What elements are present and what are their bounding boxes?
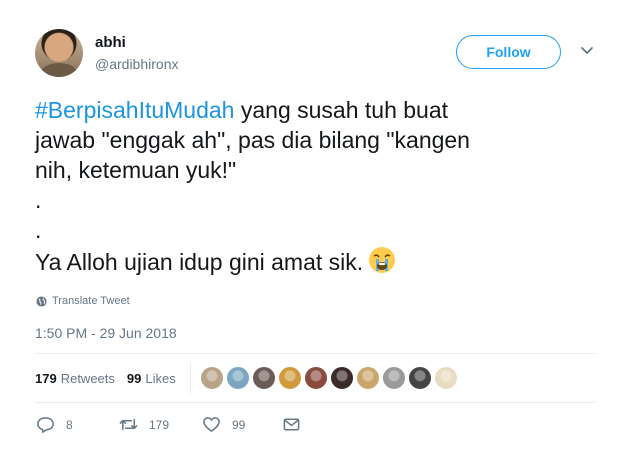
liker-avatar[interactable] xyxy=(252,366,276,390)
reply-icon xyxy=(37,417,54,433)
tweet-line-6: Ya Alloh ujian idup gini amat sik. xyxy=(35,249,364,275)
liker-avatar[interactable] xyxy=(408,366,432,390)
avatar-shirt xyxy=(41,63,77,77)
tweet-text: #BerpisahItuMudah yang susah tuh buat ja… xyxy=(35,95,595,277)
liker-avatar[interactable] xyxy=(356,366,380,390)
liker-avatar[interactable] xyxy=(382,366,406,390)
retweet-icon xyxy=(119,418,138,431)
hashtag-link[interactable]: #BerpisahItuMudah xyxy=(35,97,234,123)
tweet-line-1: yang susah tuh buat xyxy=(234,97,449,123)
divider-top xyxy=(35,353,595,354)
retweet-button[interactable]: 179 xyxy=(119,415,202,434)
tweet-line-2: jawab "enggak ah", pas dia bilang "kange… xyxy=(35,127,470,153)
like-count: 99 xyxy=(232,417,246,432)
globe-icon xyxy=(36,295,47,307)
divider-bottom xyxy=(35,402,595,403)
tweet-line-3: nih, ketemuan yuk!" xyxy=(35,157,237,183)
liker-avatar[interactable] xyxy=(200,366,224,390)
liker-avatar[interactable] xyxy=(278,366,302,390)
tweet-stats: 179 Retweets 99 Likes xyxy=(35,371,176,386)
liker-avatar[interactable] xyxy=(304,366,328,390)
liker-avatar[interactable] xyxy=(434,366,458,390)
chevron-down-icon[interactable] xyxy=(580,44,594,58)
reply-count: 8 xyxy=(66,417,73,432)
liker-avatar[interactable] xyxy=(226,366,250,390)
crying-face-emoji-icon xyxy=(369,247,396,273)
tweet-line-dot-1: . xyxy=(35,187,42,213)
liker-avatar[interactable] xyxy=(330,366,354,390)
author-avatar[interactable] xyxy=(35,29,83,77)
stats-separator xyxy=(190,362,191,394)
translate-tweet-label[interactable]: Translate Tweet xyxy=(52,295,130,307)
retweets-label[interactable]: Retweets xyxy=(61,371,115,386)
tweet-actions: 8 179 99 xyxy=(36,415,312,434)
translate-tweet-link[interactable]: Translate Tweet xyxy=(36,295,130,307)
direct-message-button[interactable] xyxy=(282,415,312,434)
author-name[interactable]: abhi xyxy=(95,34,126,51)
author-handle[interactable]: @ardibhironx xyxy=(95,56,178,72)
tweet-timestamp[interactable]: 1:50 PM - 29 Jun 2018 xyxy=(35,325,177,341)
liker-avatars xyxy=(200,366,460,390)
likes-label[interactable]: Likes xyxy=(145,371,175,386)
likes-count[interactable]: 99 xyxy=(127,371,141,386)
tweet-line-dot-2: . xyxy=(35,217,42,243)
retweets-count[interactable]: 179 xyxy=(35,371,57,386)
follow-button[interactable]: Follow xyxy=(456,35,561,69)
heart-icon xyxy=(203,417,220,432)
like-button[interactable]: 99 xyxy=(202,415,282,434)
envelope-icon xyxy=(283,418,300,431)
retweet-count: 179 xyxy=(149,417,170,432)
reply-button[interactable]: 8 xyxy=(36,415,119,434)
